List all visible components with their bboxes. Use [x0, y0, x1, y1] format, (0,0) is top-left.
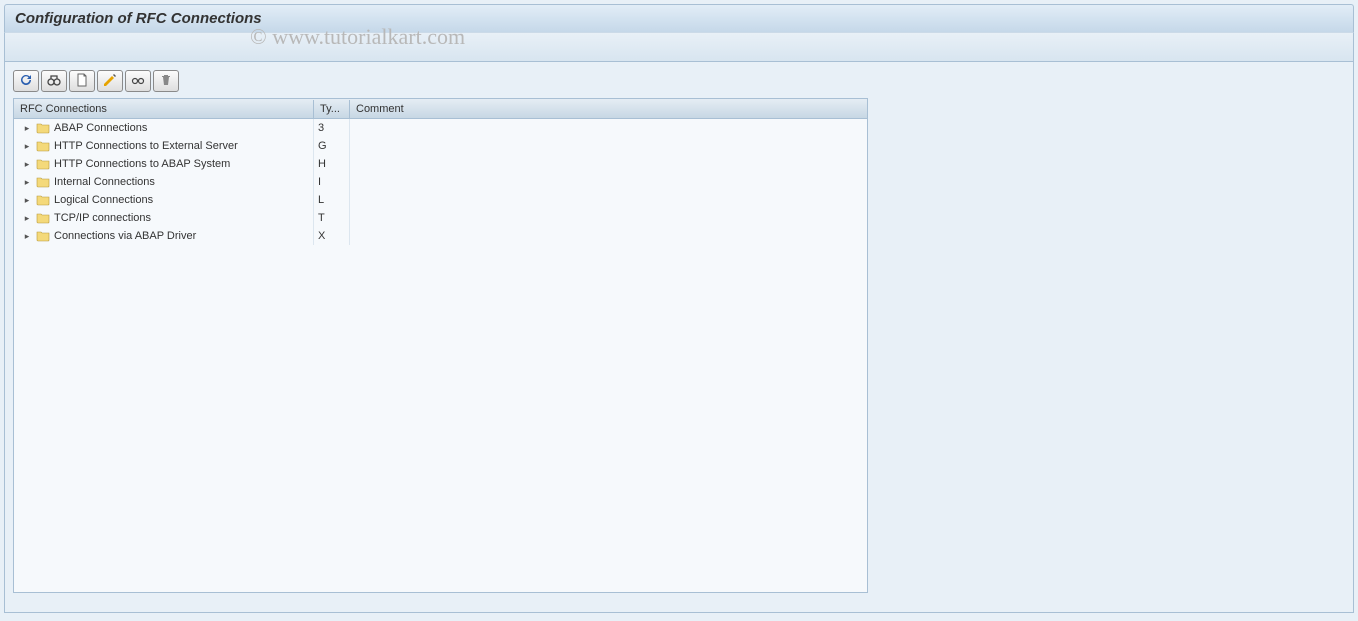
- folder-icon: [36, 212, 50, 224]
- folder-icon: [36, 194, 50, 206]
- tree-cell-type: X: [314, 227, 350, 245]
- tree-node-label: Logical Connections: [54, 194, 153, 206]
- tree-row[interactable]: ▸ HTTP Connections to ABAP SystemH: [14, 155, 867, 173]
- column-header-name[interactable]: RFC Connections: [14, 100, 314, 118]
- tree-cell-type: T: [314, 209, 350, 227]
- display-button[interactable]: [125, 70, 151, 92]
- tree-cell-comment: [350, 119, 867, 137]
- tree-node-label: Connections via ABAP Driver: [54, 230, 196, 242]
- tree-node-label: HTTP Connections to External Server: [54, 140, 238, 152]
- refresh-icon: [18, 72, 34, 91]
- tree-cell-comment: [350, 227, 867, 245]
- folder-icon: [36, 176, 50, 188]
- refresh-button[interactable]: [13, 70, 39, 92]
- tree-cell-name: ▸ Internal Connections: [14, 173, 314, 191]
- tree-row[interactable]: ▸ ABAP Connections3: [14, 119, 867, 137]
- tree-cell-comment: [350, 209, 867, 227]
- tree-node-label: ABAP Connections: [54, 122, 147, 134]
- rfc-tree-panel: RFC Connections Ty... Comment ▸ ABAP Con…: [13, 98, 868, 593]
- expand-icon[interactable]: ▸: [22, 177, 32, 187]
- tree-body: ▸ ABAP Connections3▸ HTTP Connections to…: [14, 119, 867, 592]
- folder-icon: [36, 140, 50, 152]
- folder-icon: [36, 158, 50, 170]
- tree-cell-comment: [350, 173, 867, 191]
- trash-icon: [158, 72, 174, 91]
- expand-icon[interactable]: ▸: [22, 195, 32, 205]
- tree-cell-name: ▸ Connections via ABAP Driver: [14, 227, 314, 245]
- binoculars-icon: [46, 72, 62, 91]
- folder-icon: [36, 122, 50, 134]
- tree-cell-type: H: [314, 155, 350, 173]
- tree-cell-name: ▸ ABAP Connections: [14, 119, 314, 137]
- tree-cell-comment: [350, 137, 867, 155]
- tree-row[interactable]: ▸ Connections via ABAP DriverX: [14, 227, 867, 245]
- column-header-comment[interactable]: Comment: [350, 100, 867, 118]
- action-toolbar: [13, 70, 1345, 92]
- column-header-type[interactable]: Ty...: [314, 100, 350, 118]
- tree-cell-name: ▸ HTTP Connections to External Server: [14, 137, 314, 155]
- glasses-icon: [130, 72, 146, 91]
- expand-icon[interactable]: ▸: [22, 123, 32, 133]
- expand-icon[interactable]: ▸: [22, 213, 32, 223]
- expand-icon[interactable]: ▸: [22, 159, 32, 169]
- tree-cell-type: 3: [314, 119, 350, 137]
- tree-cell-name: ▸ HTTP Connections to ABAP System: [14, 155, 314, 173]
- tree-cell-comment: [350, 191, 867, 209]
- content-area: RFC Connections Ty... Comment ▸ ABAP Con…: [4, 62, 1354, 613]
- tree-row[interactable]: ▸ Internal ConnectionsI: [14, 173, 867, 191]
- tree-cell-comment: [350, 155, 867, 173]
- search-button[interactable]: [41, 70, 67, 92]
- delete-button[interactable]: [153, 70, 179, 92]
- tree-cell-name: ▸ TCP/IP connections: [14, 209, 314, 227]
- tree-row[interactable]: ▸ HTTP Connections to External ServerG: [14, 137, 867, 155]
- expand-icon[interactable]: ▸: [22, 231, 32, 241]
- expand-icon[interactable]: ▸: [22, 141, 32, 151]
- tree-node-label: HTTP Connections to ABAP System: [54, 158, 230, 170]
- tree-header: RFC Connections Ty... Comment: [14, 99, 867, 119]
- change-button[interactable]: [97, 70, 123, 92]
- pencil-icon: [102, 72, 118, 91]
- tree-cell-type: I: [314, 173, 350, 191]
- tree-row[interactable]: ▸ TCP/IP connectionsT: [14, 209, 867, 227]
- create-button[interactable]: [69, 70, 95, 92]
- page-title: Configuration of RFC Connections: [4, 4, 1354, 32]
- app-toolbar-area: [4, 32, 1354, 62]
- tree-cell-name: ▸ Logical Connections: [14, 191, 314, 209]
- tree-cell-type: L: [314, 191, 350, 209]
- tree-cell-type: G: [314, 137, 350, 155]
- folder-icon: [36, 230, 50, 242]
- page-icon: [74, 72, 90, 91]
- tree-node-label: Internal Connections: [54, 176, 155, 188]
- tree-node-label: TCP/IP connections: [54, 212, 151, 224]
- tree-row[interactable]: ▸ Logical ConnectionsL: [14, 191, 867, 209]
